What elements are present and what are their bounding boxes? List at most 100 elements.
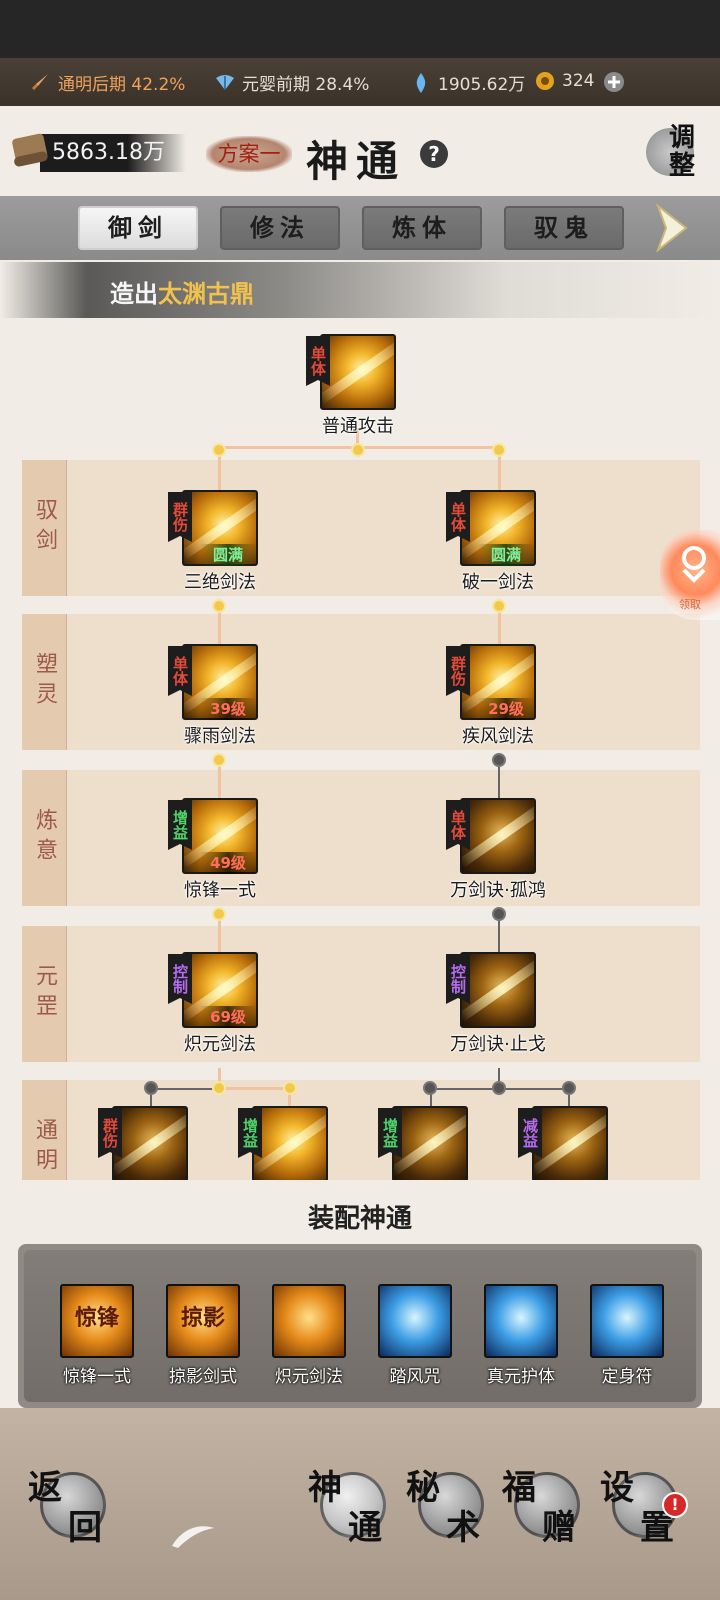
nav-char: 通 [348,1508,382,1548]
skill-name: 骤雨剑法 [184,726,256,747]
nav-fuzeng[interactable]: 福 赠 [500,1460,588,1548]
coin-resource[interactable]: 324 [534,70,594,92]
chevron-right-icon[interactable] [654,204,688,252]
header: 5863.18万 方案一 神通 ? 调整 [0,106,720,196]
skill-icon [320,334,396,410]
skill-sanjue[interactable]: 群伤 圆满 三绝剑法 [152,490,272,600]
nav-shentong[interactable]: 神 通 [306,1460,394,1548]
equip-slot[interactable]: 定身符 [574,1284,684,1387]
scheme-button[interactable]: 方案一 [206,136,292,172]
skill-type-tag: 增益 [238,1108,262,1158]
skill-tree[interactable]: 驭剑 塑灵 炼意 元罡 通明 单体 普通攻击 群伤 圆满 三绝剑法 单体 圆满 … [0,318,720,1180]
equip-slot[interactable]: 惊锋 惊锋一式 [44,1284,154,1387]
node-dot [492,753,506,767]
notification-badge: ! [662,1492,688,1518]
node-dot [212,443,226,457]
tab-bar: 御剑 修法 炼体 驭鬼 [0,196,720,260]
skill-poyi[interactable]: 单体 圆满 破一剑法 [430,490,550,600]
equip-panel: 惊锋 惊锋一式 掠影 掠影剑式 炽元剑法 踏风咒 真元护体 定身符 [18,1244,702,1408]
equip-icon: 惊锋 [60,1284,134,1358]
tree-row: 塑灵 [22,614,700,750]
skill-icon [252,1106,328,1180]
tab-xiufa[interactable]: 修法 [220,206,340,250]
plus-icon[interactable] [603,71,625,93]
equip-icon: 掠影 [166,1284,240,1358]
skill-type-tag: 单体 [306,336,330,386]
skill-name: 惊锋一式 [184,880,256,901]
nascent-resource[interactable]: 元婴前期 28.4% [214,70,369,95]
skill-name: 万剑诀·孤鸿 [450,880,546,901]
equip-glyph: 惊锋 [74,1305,119,1331]
skill-type-tag: 单体 [446,492,470,542]
node-dot [144,1081,158,1095]
banner-text: 造出太渊古鼎 [110,274,254,309]
spirit-stone-resource[interactable]: 1905.62万 [410,70,525,95]
skill-icon [392,1106,468,1180]
skill-tongming-1[interactable]: 群伤 [82,1106,202,1180]
adjust-label: 调整 [668,123,695,181]
skill-tongming-4[interactable]: 减益 [502,1106,622,1180]
skill-zhige[interactable]: 控制 万剑诀·止戈 [430,952,550,1062]
adjust-button[interactable]: 调整 [646,123,714,188]
skill-type-tag: 群伤 [98,1108,122,1158]
skill-tongming-3[interactable]: 增益 [362,1106,482,1180]
bottom-nav: 返 回 神 通 秘 术 福 赠 设 置 [0,1408,720,1600]
skill-type-tag: 增益 [168,800,192,850]
row-label: 元罡 [22,926,67,1062]
equip-panel-inner: 惊锋 惊锋一式 掠影 掠影剑式 炽元剑法 踏风咒 真元护体 定身符 [24,1250,696,1402]
node-dot [212,599,226,613]
coin-text: 324 [562,71,595,91]
node-dot [212,1081,226,1095]
equip-icon [378,1284,452,1358]
help-icon[interactable]: ? [420,140,448,168]
top-pattern [0,0,720,58]
tab-yujian[interactable]: 御剑 [78,206,198,250]
skill-name: 普通攻击 [322,416,394,437]
equip-name: 踏风咒 [389,1367,441,1387]
tree-row: 炼意 [22,770,700,906]
skill-chiyuan[interactable]: 控制 69级 炽元剑法 [152,952,272,1062]
equip-slot[interactable]: 真元护体 [468,1284,578,1387]
node-dot [212,907,226,921]
equip-name: 定身符 [601,1367,653,1387]
nav-char: 设 [600,1468,634,1508]
nav-char: 术 [446,1508,480,1548]
skill-name: 疾风剑法 [462,726,534,747]
skill-name: 三绝剑法 [184,572,256,593]
skill-icon [112,1106,188,1180]
reward-label: 领取 [679,598,701,611]
skill-normal-attack[interactable]: 单体 普通攻击 [290,334,410,444]
skill-badge: 圆满 [478,544,534,566]
back-button[interactable]: 返 回 [26,1460,114,1548]
equip-slot[interactable]: 炽元剑法 [256,1284,366,1387]
tab-lianti[interactable]: 炼体 [362,206,482,250]
nav-mishu[interactable]: 秘 术 [404,1460,492,1548]
skill-name: 炽元剑法 [184,1034,256,1055]
skill-badge: 39级 [200,698,256,720]
ribbon-icon [682,546,706,583]
tab-yugui[interactable]: 驭鬼 [504,206,624,250]
skill-zhouyu[interactable]: 单体 39级 骤雨剑法 [152,644,272,754]
equip-icon [590,1284,664,1358]
row-label: 驭剑 [22,460,67,596]
skill-tongming-2[interactable]: 增益 [222,1106,342,1180]
skill-guhong[interactable]: 单体 万剑诀·孤鸿 [430,798,550,908]
skill-jifeng[interactable]: 群伤 29级 疾风剑法 [430,644,550,754]
skill-jingfeng[interactable]: 增益 49级 惊锋一式 [152,798,272,908]
fan-icon [216,74,234,90]
skill-type-tag: 减益 [518,1108,542,1158]
nav-char: 秘 [406,1468,440,1508]
equip-icon [484,1284,558,1358]
reward-float-button[interactable]: 领取 [660,530,720,620]
nav-char: 福 [502,1468,536,1508]
crystal-icon [416,72,426,93]
cultivation-resource[interactable]: 通明后期 42.2% [30,70,185,95]
row-label: 炼意 [22,770,67,906]
sword-icon [32,73,48,90]
banner: 造出太渊古鼎 [0,262,720,318]
equip-slot[interactable]: 掠影 掠影剑式 [150,1284,260,1387]
skill-badge: 圆满 [200,544,256,566]
equip-slot[interactable]: 踏风咒 [362,1284,472,1387]
connector-line [218,1087,290,1090]
nav-char: 赠 [542,1508,576,1548]
